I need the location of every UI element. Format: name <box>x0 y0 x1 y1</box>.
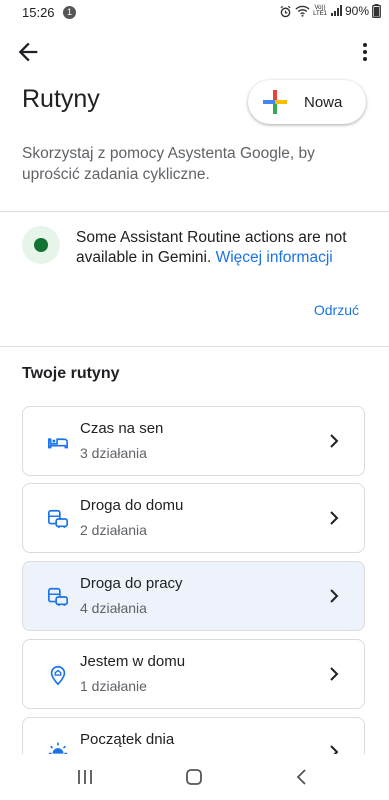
chevron-right-icon <box>330 667 339 681</box>
home-pin-icon <box>50 665 66 686</box>
routine-name: Jestem w domu <box>80 653 186 670</box>
routine-name: Droga do pracy <box>80 575 183 592</box>
status-icons: Vo)) LTE1 90% <box>279 4 381 18</box>
more-options-icon[interactable] <box>355 38 375 66</box>
new-routine-button[interactable]: Nowa <box>248 80 366 124</box>
battery-icon <box>372 4 381 18</box>
recent-apps-icon[interactable] <box>73 766 97 788</box>
battery-percentage: 90% <box>344 4 369 18</box>
back-button-icon[interactable] <box>290 766 314 788</box>
network-type-label: Vo)) LTE1 <box>313 5 327 17</box>
status-dot-icon <box>22 226 60 264</box>
commute-icon <box>48 509 68 528</box>
routine-card-jestem-w-domu[interactable]: Jestem w domu 1 działanie <box>22 639 365 709</box>
home-button-icon[interactable] <box>182 766 206 788</box>
routine-action-count: 1 działanie <box>80 678 147 694</box>
page-description: Skorzystaj z pomocy Asystenta Google, by… <box>22 145 315 183</box>
system-navigation-bar <box>0 754 389 800</box>
status-time: 15:26 <box>22 5 55 20</box>
chevron-right-icon <box>330 511 339 525</box>
routine-card-czas-na-sen[interactable]: Czas na sen 3 działania <box>22 406 365 476</box>
section-title: Twoje rutyny <box>22 365 120 382</box>
routine-name: Czas na sen <box>80 420 164 437</box>
routine-card-droga-do-pracy[interactable]: Droga do pracy 4 działania <box>22 561 365 631</box>
more-info-link[interactable]: Więcej informacji <box>216 249 333 266</box>
chevron-right-icon <box>330 434 339 448</box>
new-routine-label: Nowa <box>304 93 343 111</box>
routine-action-count: 4 działania <box>80 600 147 616</box>
routine-name: Początek dnia <box>80 731 175 748</box>
signal-icon <box>330 5 342 16</box>
routine-action-count: 2 działania <box>80 522 147 538</box>
commute-icon <box>48 587 68 606</box>
top-app-bar <box>0 30 389 74</box>
alarm-icon <box>280 5 291 17</box>
bed-icon <box>48 438 68 449</box>
notification-count-badge: 1 <box>63 6 76 19</box>
gemini-notice-text: Some Assistant Routine actions are not a… <box>76 228 366 268</box>
chevron-right-icon <box>330 589 339 603</box>
divider <box>0 211 389 212</box>
routine-action-count: 3 działania <box>80 445 147 461</box>
routine-card-droga-do-domu[interactable]: Droga do domu 2 działania <box>22 483 365 553</box>
routine-name: Droga do domu <box>80 497 184 514</box>
dismiss-button[interactable]: Odrzuć <box>314 302 359 318</box>
status-bar: 15:26 1 Vo)) LTE1 90% <box>0 0 389 26</box>
back-arrow-icon[interactable] <box>14 38 42 66</box>
page-title: Rutyny <box>22 85 100 113</box>
add-icon <box>263 90 287 114</box>
wifi-icon <box>295 5 310 17</box>
divider <box>0 346 389 347</box>
